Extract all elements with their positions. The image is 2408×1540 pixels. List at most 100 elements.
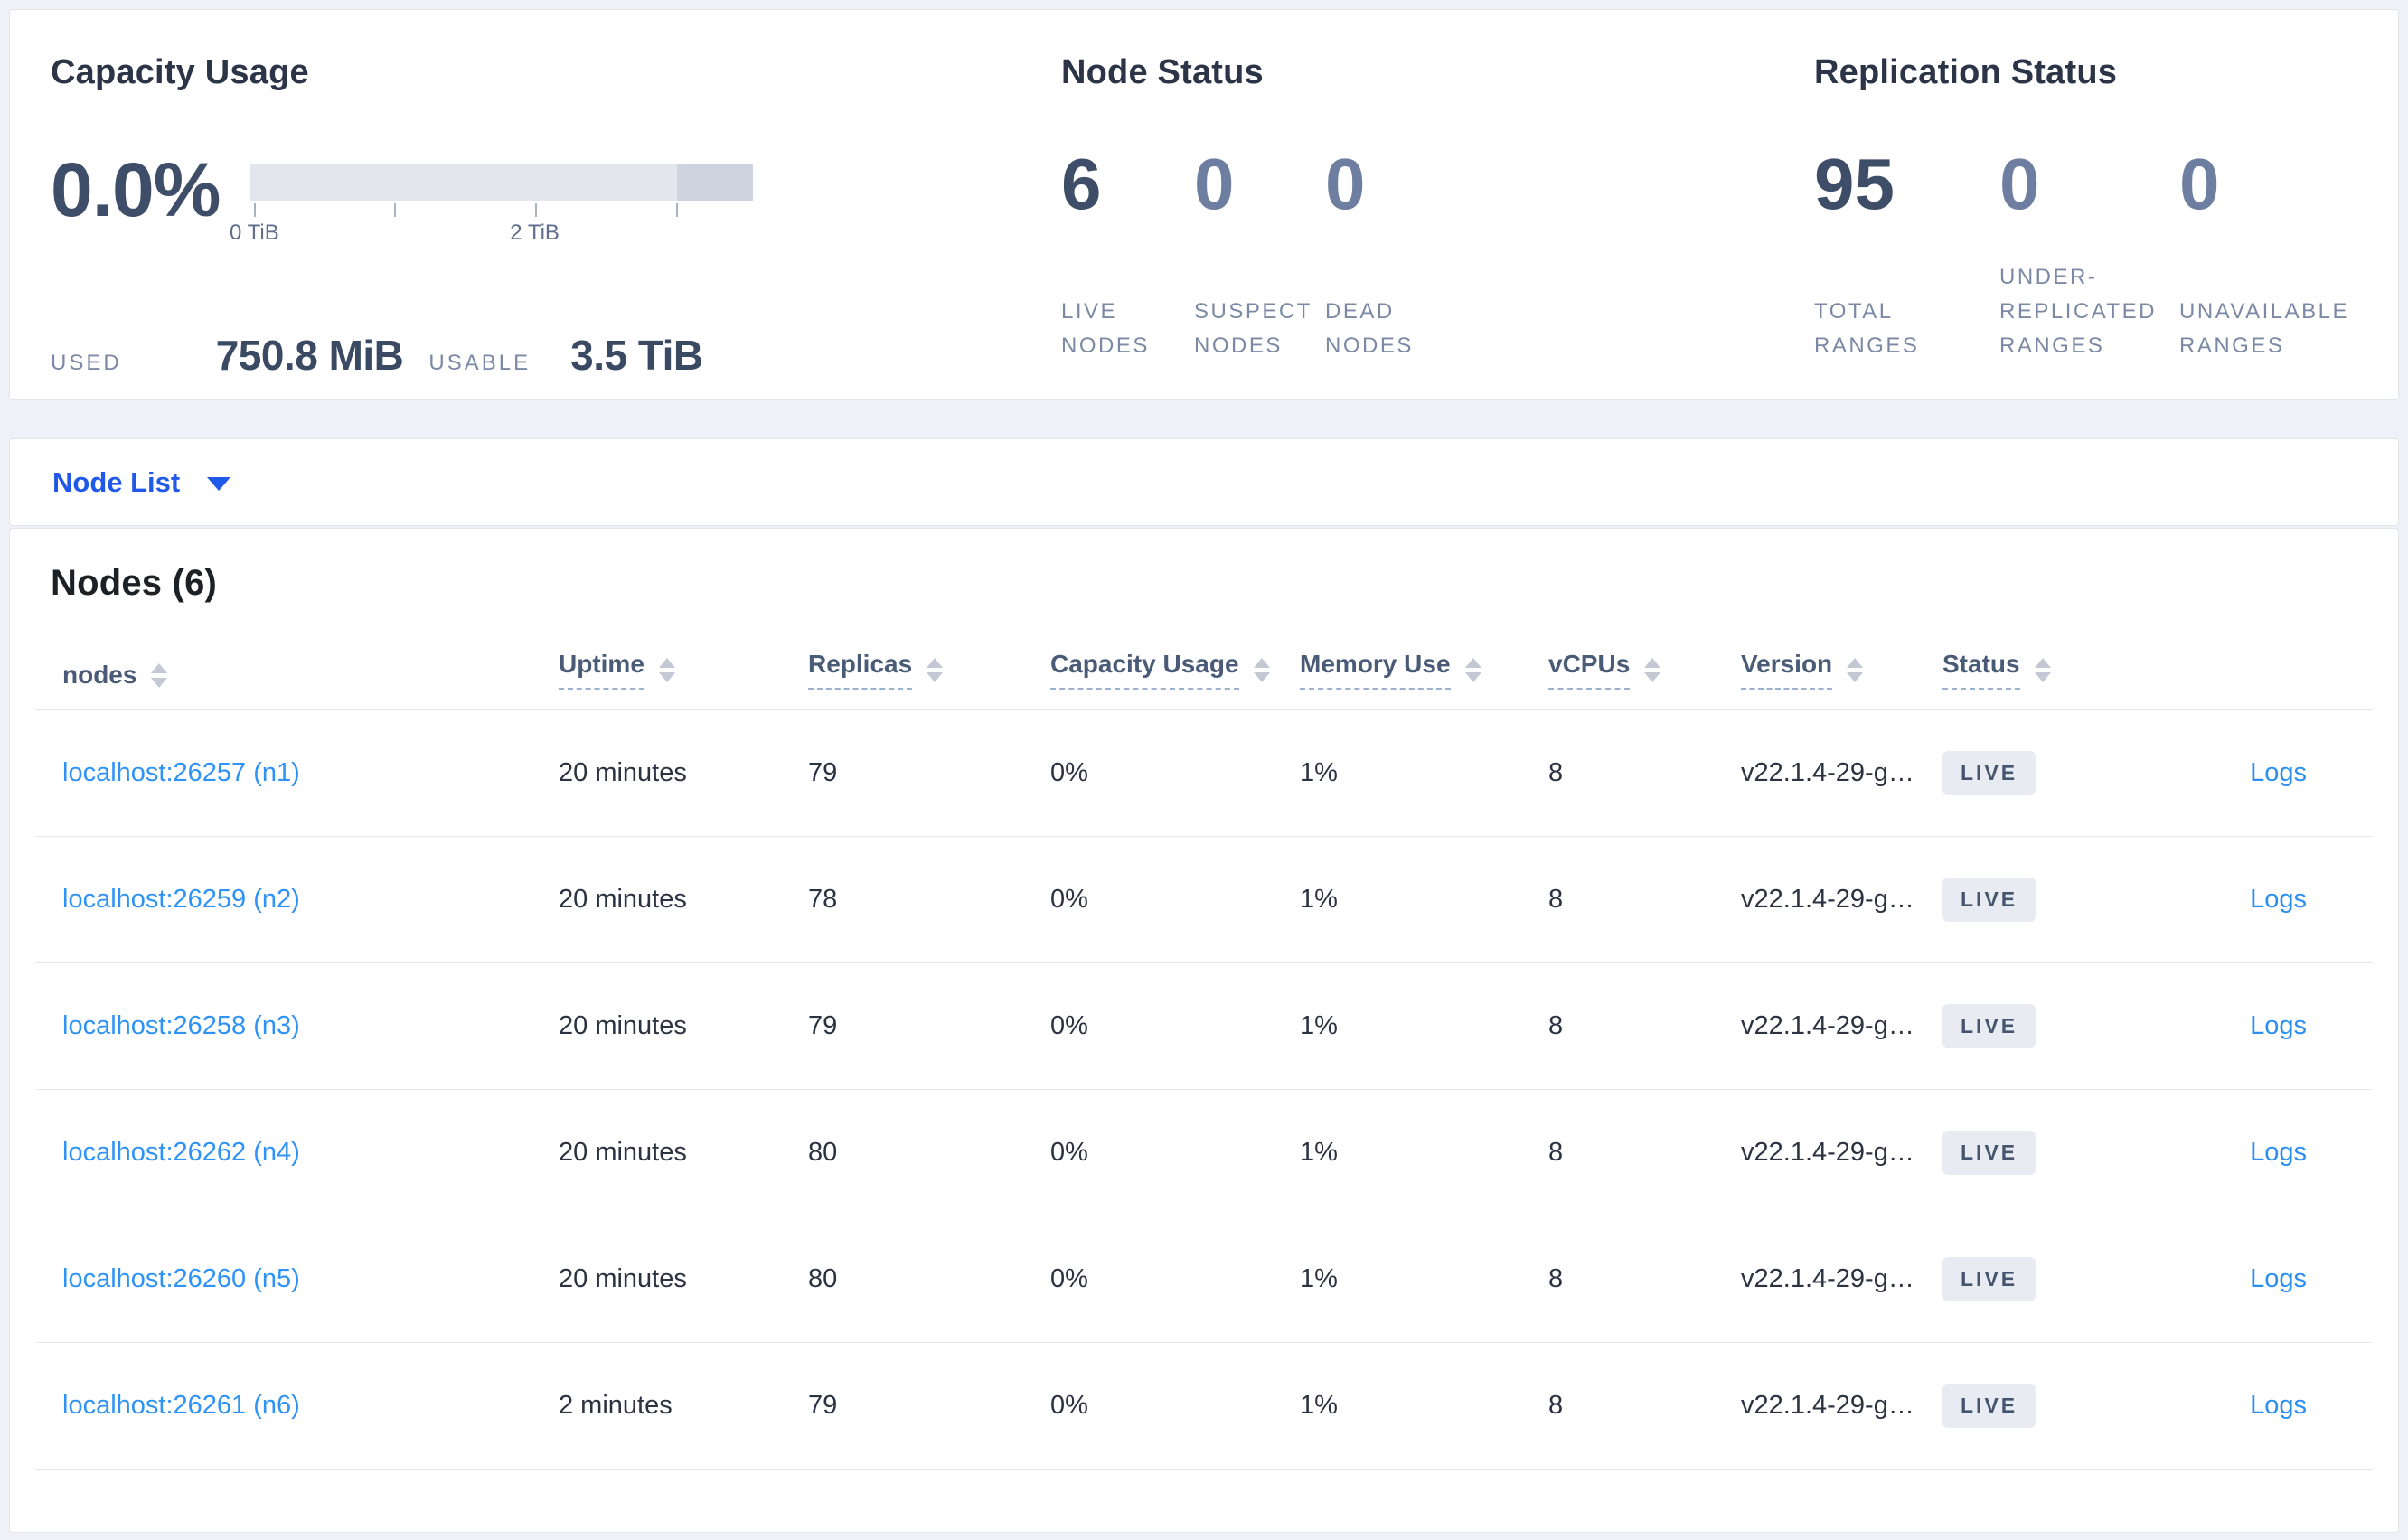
table-header-row: nodes Uptime Replicas Capacity Usage Mem… (35, 604, 2373, 710)
capacity-used-percent: 0.0% (51, 147, 221, 232)
stat-value: 0 (1194, 144, 1235, 224)
vcpus-cell: 8 (1548, 758, 1564, 787)
capacity-usage-title: Capacity Usage (51, 53, 309, 91)
vcpus-cell: 8 (1548, 1264, 1564, 1293)
version-cell: v22.1.4-29-g… (1741, 758, 1914, 787)
uptime-cell: 20 minutes (559, 1011, 687, 1040)
column-header-memory-use[interactable]: Memory Use (1300, 650, 1548, 690)
logs-link[interactable]: Logs (2250, 1138, 2307, 1167)
stat-value: 95 (1814, 144, 1895, 224)
memory-cell: 1% (1300, 1011, 1338, 1040)
replicas-cell: 79 (808, 1391, 838, 1420)
memory-cell: 1% (1300, 758, 1338, 787)
column-header-replicas[interactable]: Replicas (808, 650, 1050, 690)
replication-status-panel: Replication Status 95 TOTAL RANGES 0 UND… (1814, 53, 2398, 399)
caret-down-icon (207, 477, 231, 491)
replicas-cell: 80 (808, 1138, 838, 1167)
status-badge: LIVE (1942, 1384, 2036, 1428)
status-badge: LIVE (1942, 878, 2036, 922)
node-link[interactable]: localhost:26261 (n6) (62, 1391, 300, 1420)
memory-cell: 1% (1300, 885, 1338, 914)
column-header-version[interactable]: Version (1741, 650, 1942, 690)
column-header-nodes[interactable]: nodes (62, 661, 559, 690)
replicas-cell: 80 (808, 1264, 838, 1293)
node-status-panel: Node Status 6 LIVE NODES 0 SUSPECT NODES… (1061, 53, 1814, 399)
column-header-capacity-usage[interactable]: Capacity Usage (1050, 650, 1300, 690)
axis-tick (394, 203, 397, 217)
used-label: USED (51, 351, 122, 375)
node-link[interactable]: localhost:26260 (n5) (62, 1264, 300, 1293)
capacity-bar-segment (676, 164, 754, 201)
table-row: localhost:26261 (n6) 2 minutes 79 0% 1% … (35, 1343, 2373, 1470)
capacity-cell: 0% (1050, 1264, 1088, 1293)
sort-icon (1847, 657, 1864, 682)
nodes-table: nodes Uptime Replicas Capacity Usage Mem… (35, 604, 2373, 1470)
logs-link[interactable]: Logs (2250, 1391, 2307, 1420)
usable-value: 3.5 TiB (570, 332, 703, 379)
uptime-cell: 20 minutes (559, 1264, 687, 1293)
stat-label: SUSPECT NODES (1194, 299, 1312, 358)
stat-label: UNAVAILABLE RANGES (2179, 299, 2350, 358)
capacity-usage-panel: Capacity Usage 0.0% 0 TiB 2 TiB USED 750… (51, 53, 1061, 399)
stat-label: LIVE NODES (1061, 299, 1150, 358)
table-row: localhost:26259 (n2) 20 minutes 78 0% 1%… (35, 837, 2373, 963)
column-header-status[interactable]: Status (1942, 650, 2196, 690)
logs-link[interactable]: Logs (2250, 1264, 2307, 1293)
capacity-bar-track (250, 164, 754, 201)
logs-link[interactable]: Logs (2250, 1011, 2307, 1040)
node-link[interactable]: localhost:26262 (n4) (62, 1138, 300, 1167)
column-header-uptime[interactable]: Uptime (559, 650, 808, 690)
sort-icon (2034, 657, 2051, 682)
capacity-axis-labels: 0 TiB 2 TiB (230, 221, 753, 248)
sort-icon (927, 657, 944, 682)
uptime-cell: 20 minutes (559, 1138, 687, 1167)
stat-suspect-nodes: 0 SUSPECT NODES (1194, 148, 1325, 363)
node-status-title: Node Status (1061, 53, 1264, 91)
sort-icon (151, 662, 168, 688)
memory-cell: 1% (1300, 1264, 1338, 1293)
capacity-cell: 0% (1050, 758, 1088, 787)
vcpus-cell: 8 (1548, 1391, 1564, 1420)
stat-unavailable-ranges: 0 UNAVAILABLE RANGES (2179, 148, 2349, 363)
vcpus-cell: 8 (1548, 1011, 1564, 1040)
version-cell: v22.1.4-29-g… (1741, 885, 1914, 914)
capacity-cell: 0% (1050, 1391, 1088, 1420)
node-link[interactable]: localhost:26258 (n3) (62, 1011, 300, 1040)
capacity-cell: 0% (1050, 1138, 1088, 1167)
stat-label: TOTAL RANGES (1814, 299, 1920, 358)
stat-value: 0 (2179, 144, 2220, 224)
node-list-dropdown-label: Node List (52, 465, 181, 498)
stat-label: UNDER- REPLICATED RANGES (1999, 265, 2157, 358)
column-header-vcpus[interactable]: vCPUs (1548, 650, 1741, 690)
usable-label: USABLE (428, 351, 531, 375)
logs-link[interactable]: Logs (2250, 758, 2307, 787)
replication-status-title: Replication Status (1814, 53, 2118, 91)
table-row: localhost:26260 (n5) 20 minutes 80 0% 1%… (35, 1216, 2373, 1343)
stat-value: 0 (1325, 144, 1366, 224)
capacity-bar-chart: 0 TiB 2 TiB (230, 164, 754, 248)
sort-icon (1644, 657, 1661, 682)
status-badge: LIVE (1942, 751, 2036, 795)
version-cell: v22.1.4-29-g… (1741, 1011, 1914, 1040)
table-row: localhost:26262 (n4) 20 minutes 80 0% 1%… (35, 1090, 2373, 1216)
status-badge: LIVE (1942, 1004, 2036, 1048)
node-list-dropdown[interactable]: Node List (9, 438, 2399, 526)
vcpus-cell: 8 (1548, 885, 1564, 914)
nodes-table-title: Nodes (6) (51, 563, 218, 603)
replicas-cell: 79 (808, 1011, 838, 1040)
node-link[interactable]: localhost:26257 (n1) (62, 758, 300, 787)
logs-link[interactable]: Logs (2250, 885, 2307, 914)
node-link[interactable]: localhost:26259 (n2) (62, 885, 300, 914)
stat-under-replicated-ranges: 0 UNDER- REPLICATED RANGES (1999, 148, 2179, 363)
replicas-cell: 78 (808, 885, 838, 914)
uptime-cell: 20 minutes (559, 758, 687, 787)
nodes-table-card: Nodes (6) nodes Uptime Replicas Capacity… (9, 528, 2399, 1533)
used-value: 750.8 MiB (215, 332, 404, 379)
axis-tick (675, 203, 678, 217)
axis-tick (254, 203, 257, 217)
capacity-cell: 0% (1050, 1011, 1088, 1040)
stat-dead-nodes: 0 DEAD NODES (1325, 148, 1414, 363)
sort-icon (1253, 657, 1270, 682)
table-row: localhost:26258 (n3) 20 minutes 79 0% 1%… (35, 963, 2373, 1090)
stat-label: DEAD NODES (1325, 299, 1414, 358)
